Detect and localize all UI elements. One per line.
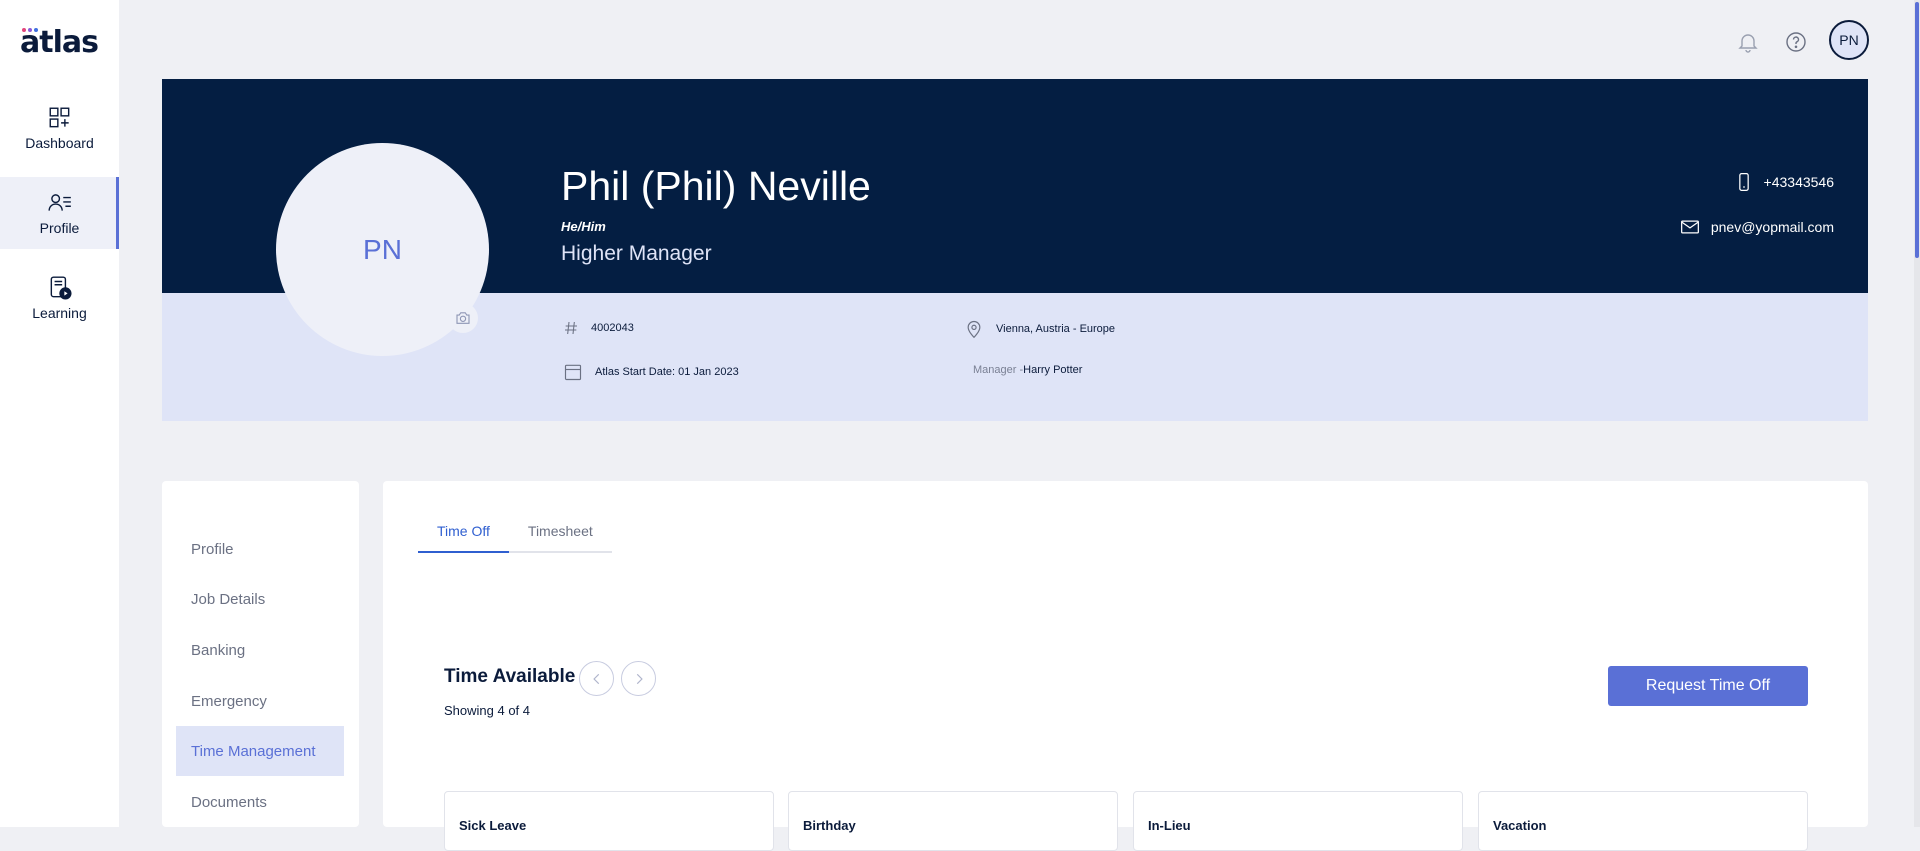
sidebar: atlas Dashboard Profile Learning	[0, 0, 119, 827]
tab-timesheet[interactable]: Timesheet	[509, 523, 612, 551]
leave-card-birthday[interactable]: Birthday	[788, 791, 1118, 851]
menu-item-time-management[interactable]: Time Management	[176, 726, 344, 776]
sidebar-item-dashboard[interactable]: Dashboard	[0, 92, 119, 164]
phone-number: +43343546	[1763, 174, 1834, 190]
phone-contact: +43343546	[1734, 171, 1834, 193]
menu-item-profile[interactable]: Profile	[176, 524, 344, 574]
atlas-logo[interactable]: atlas	[20, 24, 100, 60]
user-avatar[interactable]: PN	[1829, 20, 1869, 60]
time-management-panel: Time Off Timesheet Time Available Showin…	[383, 481, 1868, 851]
profile-icon	[47, 194, 71, 211]
scrollbar-thumb[interactable]	[1915, 2, 1919, 258]
manager-name: Harry Potter	[1023, 364, 1083, 376]
profile-section-menu: Profile Job Details Banking Emergency Ti…	[162, 481, 359, 827]
profile-job-title: Higher Manager	[561, 242, 712, 265]
menu-item-job-details[interactable]: Job Details	[176, 574, 344, 624]
chevron-left-icon	[592, 673, 599, 684]
page-scrollbar[interactable]	[1914, 0, 1920, 827]
phone-icon	[1738, 173, 1749, 191]
time-tabs: Time Off Timesheet	[418, 523, 612, 553]
email-contact: pnev@yopmail.com	[1679, 217, 1834, 237]
camera-icon	[456, 312, 470, 324]
manager-label: Manager -	[973, 364, 1024, 376]
bell-icon[interactable]	[1736, 30, 1760, 54]
hash-icon	[565, 321, 577, 335]
leave-card-vacation[interactable]: Vacation	[1478, 791, 1808, 851]
location: Vienna, Austria - Europe	[964, 318, 1115, 340]
menu-item-documents[interactable]: Documents	[176, 777, 344, 827]
start-date: Atlas Start Date: 01 Jan 2023	[563, 362, 739, 382]
menu-item-banking[interactable]: Banking	[176, 625, 344, 675]
help-icon[interactable]	[1784, 30, 1808, 54]
location-value: Vienna, Austria - Europe	[996, 323, 1116, 335]
sidebar-item-learning[interactable]: Learning	[0, 262, 119, 334]
showing-count: Showing 4 of 4	[444, 703, 531, 718]
logo-text: atlas	[20, 25, 99, 60]
sidebar-item-profile[interactable]: Profile	[0, 177, 119, 249]
mail-icon	[1680, 220, 1699, 234]
calendar-icon	[564, 364, 582, 381]
profile-pronouns: He/Him	[561, 219, 606, 234]
start-date-value: Atlas Start Date: 01 Jan 2023	[595, 366, 739, 378]
next-button[interactable]	[621, 661, 656, 696]
change-photo-button[interactable]	[448, 303, 478, 333]
email-address: pnev@yopmail.com	[1710, 219, 1834, 235]
request-time-off-button[interactable]: Request Time Off	[1608, 666, 1808, 706]
location-pin-icon	[967, 320, 981, 339]
tab-time-off[interactable]: Time Off	[418, 523, 509, 553]
employee-id-value: 4002043	[591, 322, 634, 334]
menu-item-emergency[interactable]: Emergency	[176, 676, 344, 726]
profile-name: Phil (Phil) Neville	[561, 163, 871, 209]
employee-id: 4002043	[563, 320, 634, 336]
previous-button[interactable]	[579, 661, 614, 696]
chevron-right-icon	[636, 673, 643, 684]
manager: Manager - Harry Potter	[973, 364, 1082, 376]
sidebar-item-label: Profile	[39, 220, 80, 236]
leave-card-sick-leave[interactable]: Sick Leave	[444, 791, 774, 851]
sidebar-item-label: Dashboard	[25, 135, 94, 151]
leave-card-in-lieu[interactable]: In-Lieu	[1133, 791, 1463, 851]
dashboard-icon	[49, 107, 69, 128]
sidebar-item-label: Learning	[32, 305, 87, 321]
learning-icon	[50, 276, 72, 300]
time-available-title: Time Available	[444, 666, 576, 687]
